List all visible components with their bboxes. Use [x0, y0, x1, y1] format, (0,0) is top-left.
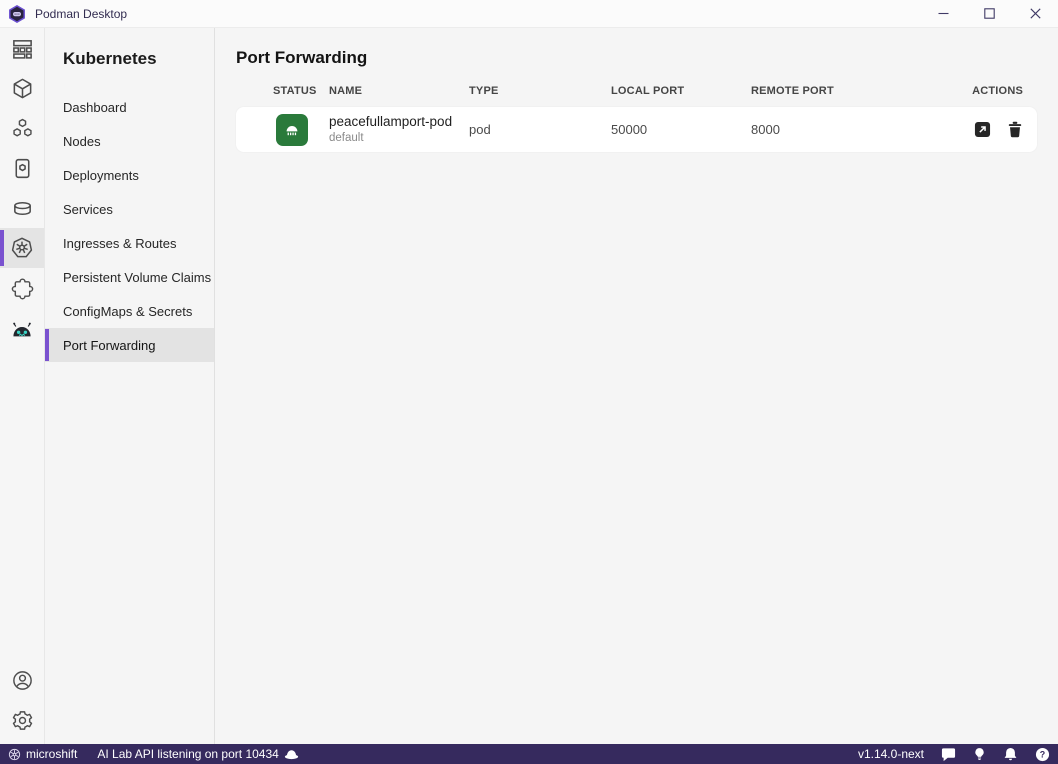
help-button[interactable]: ?: [1035, 747, 1050, 762]
rail-item-containers[interactable]: [0, 68, 44, 108]
sidebar-item-dashboard[interactable]: Dashboard: [45, 90, 214, 124]
sidebar-item-services[interactable]: Services: [45, 192, 214, 226]
column-header-remote-port: REMOTE PORT: [751, 85, 972, 97]
sidebar-item-label: Persistent Volume Claims: [63, 270, 211, 285]
forward-local-port: 50000: [611, 122, 751, 137]
rail-item-settings[interactable]: [0, 700, 44, 740]
app-title: Podman Desktop: [35, 7, 127, 21]
tasks-lightbulb-button[interactable]: [973, 746, 986, 762]
notifications-bell-button[interactable]: [1003, 747, 1018, 762]
column-header-local-port: LOCAL PORT: [611, 85, 751, 97]
column-header-type: TYPE: [469, 85, 611, 97]
kube-context-label: microshift: [26, 747, 77, 761]
pod-icon: [282, 120, 302, 140]
window-controls: [920, 0, 1058, 27]
column-header-status: STATUS: [273, 85, 329, 97]
pods-cubes-icon: [11, 117, 34, 140]
ai-lab-status-message: AI Lab API listening on port 10434: [97, 747, 278, 761]
table-header-row: STATUS NAME TYPE LOCAL PORT REMOTE PORT …: [236, 85, 1037, 107]
forward-namespace: default: [329, 131, 469, 145]
sidebar-nav: Dashboard Nodes Deployments Services Ing…: [45, 90, 214, 362]
close-button[interactable]: [1012, 0, 1058, 27]
sidebar-item-deployments[interactable]: Deployments: [45, 158, 214, 192]
kube-context-button[interactable]: microshift: [8, 747, 77, 761]
image-document-icon: [11, 157, 34, 180]
sidebar-item-label: Deployments: [63, 168, 139, 183]
kubernetes-wheel-icon: [10, 236, 34, 260]
app-body: Kubernetes Dashboard Nodes Deployments S…: [0, 28, 1058, 744]
sidebar-item-label: Ingresses & Routes: [63, 236, 176, 251]
puzzle-icon: [11, 277, 34, 300]
ai-lab-status-button[interactable]: AI Lab API listening on port 10434: [97, 747, 298, 761]
rail-item-kubernetes[interactable]: [0, 228, 44, 268]
titlebar: Podman Desktop: [0, 0, 1058, 28]
podman-logo-icon: [8, 5, 26, 23]
account-icon: [11, 669, 34, 692]
kubernetes-sidebar: Kubernetes Dashboard Nodes Deployments S…: [45, 28, 215, 744]
forward-remote-port: 8000: [751, 122, 974, 137]
ai-lab-hat-icon: [284, 748, 299, 760]
maximize-button[interactable]: [966, 0, 1012, 27]
sidebar-title: Kubernetes: [45, 28, 214, 69]
trash-icon: [1007, 121, 1023, 138]
rail-item-pods[interactable]: [0, 108, 44, 148]
port-forwarding-table: STATUS NAME TYPE LOCAL PORT REMOTE PORT …: [236, 85, 1037, 152]
column-header-actions: ACTIONS: [972, 85, 1023, 97]
rail-spacer: [0, 348, 44, 660]
sidebar-item-port-forwarding[interactable]: Port Forwarding: [45, 328, 214, 362]
main-content: Port Forwarding STATUS NAME TYPE LOCAL P…: [215, 28, 1058, 744]
forward-type: pod: [469, 122, 611, 137]
open-in-browser-button[interactable]: [974, 121, 991, 138]
settings-gear-icon: [11, 709, 34, 732]
rail-item-account[interactable]: [0, 660, 44, 700]
sidebar-item-label: Port Forwarding: [63, 338, 155, 353]
row-actions: [974, 121, 1023, 138]
kubernetes-context-icon: [8, 748, 21, 761]
rail-item-ai-lab[interactable]: [0, 308, 44, 348]
sidebar-item-label: Dashboard: [63, 100, 127, 115]
rail-item-volumes[interactable]: [0, 188, 44, 228]
container-cube-icon: [11, 77, 34, 100]
forward-name: peacefullamport-pod: [329, 114, 469, 131]
pod-status-badge: [276, 114, 308, 146]
volume-cylinder-icon: [11, 197, 34, 220]
column-header-name: NAME: [329, 85, 469, 97]
rail-item-dashboard[interactable]: [0, 28, 44, 68]
app-version-label: v1.14.0-next: [858, 747, 924, 761]
delete-forward-button[interactable]: [1007, 121, 1023, 138]
ai-lab-bot-icon: [10, 316, 34, 340]
rail-item-extensions[interactable]: [0, 268, 44, 308]
feedback-button[interactable]: [941, 747, 956, 762]
svg-text:?: ?: [1040, 749, 1045, 759]
minimize-button[interactable]: [920, 0, 966, 27]
navigation-rail: [0, 28, 45, 744]
page-title: Port Forwarding: [236, 48, 1037, 68]
sidebar-item-nodes[interactable]: Nodes: [45, 124, 214, 158]
rail-item-images[interactable]: [0, 148, 44, 188]
sidebar-item-persistent-volume-claims[interactable]: Persistent Volume Claims: [45, 260, 214, 294]
sidebar-item-label: Nodes: [63, 134, 101, 149]
app-window: Podman Desktop: [0, 0, 1058, 764]
sidebar-item-configmaps-secrets[interactable]: ConfigMaps & Secrets: [45, 294, 214, 328]
dashboard-icon: [11, 37, 34, 60]
statusbar: microshift AI Lab API listening on port …: [0, 744, 1058, 764]
table-row: peacefullamport-pod default pod 50000 80…: [236, 107, 1037, 152]
sidebar-item-label: ConfigMaps & Secrets: [63, 304, 192, 319]
sidebar-item-label: Services: [63, 202, 113, 217]
open-external-icon: [974, 121, 991, 138]
sidebar-item-ingresses-routes[interactable]: Ingresses & Routes: [45, 226, 214, 260]
